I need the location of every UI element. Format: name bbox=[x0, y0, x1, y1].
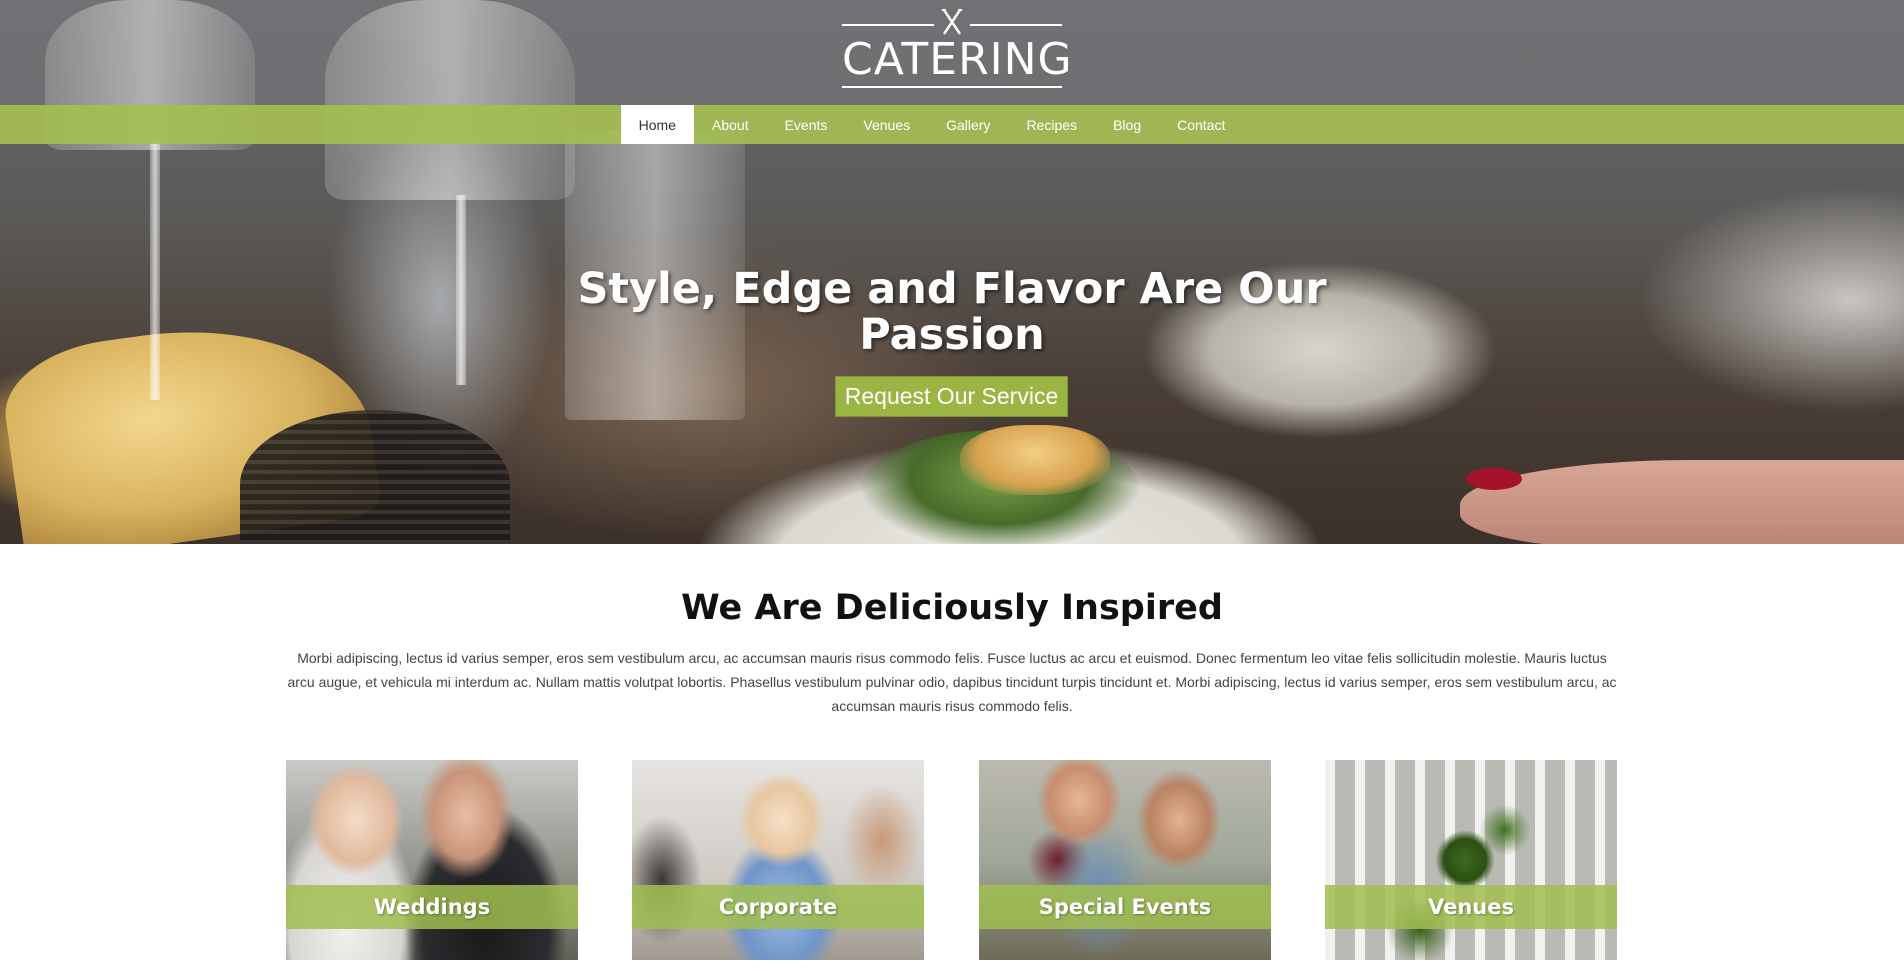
logo-line bbox=[970, 24, 1062, 26]
nav-item-venues[interactable]: Venues bbox=[845, 105, 928, 144]
hero-section: CATERING Home About Events Venues Galler… bbox=[0, 0, 1904, 544]
fork-knife-icon bbox=[940, 8, 964, 36]
wine-glass-stem bbox=[150, 140, 160, 400]
intro-text: Morbi adipiscing, lectus id varius sempe… bbox=[287, 650, 1617, 714]
card-label: Venues bbox=[1325, 885, 1617, 929]
nav-item-blog[interactable]: Blog bbox=[1095, 105, 1159, 144]
card-label: Weddings bbox=[286, 885, 578, 929]
card-weddings[interactable]: Weddings bbox=[286, 760, 578, 960]
card-corporate[interactable]: Corporate bbox=[632, 760, 924, 960]
card-label: Corporate bbox=[632, 885, 924, 929]
nav-list: Home About Events Venues Gallery Recipes… bbox=[620, 105, 1244, 144]
hero-title: Style, Edge and Flavor Are Our Passion bbox=[577, 264, 1327, 360]
wine-glass-stem-2 bbox=[456, 195, 466, 385]
nav-item-gallery[interactable]: Gallery bbox=[928, 105, 1008, 144]
hand-image bbox=[1460, 460, 1904, 544]
main-nav: Home About Events Venues Gallery Recipes… bbox=[0, 105, 1904, 144]
card-label: Special Events bbox=[979, 885, 1271, 929]
card-venues[interactable]: Venues bbox=[1325, 760, 1617, 960]
card-special-events[interactable]: Special Events bbox=[979, 760, 1271, 960]
logo-line bbox=[842, 24, 934, 26]
nav-item-events[interactable]: Events bbox=[767, 105, 846, 144]
fish-image bbox=[960, 425, 1110, 495]
wine-glass-image-2 bbox=[325, 0, 575, 200]
nav-item-home[interactable]: Home bbox=[620, 105, 694, 144]
bread-basket-image bbox=[240, 410, 510, 544]
request-service-button[interactable]: Request Our Service bbox=[835, 376, 1068, 417]
brand-name: CATERING bbox=[842, 34, 1073, 85]
nav-item-recipes[interactable]: Recipes bbox=[1008, 105, 1095, 144]
nav-item-contact[interactable]: Contact bbox=[1159, 105, 1243, 144]
intro-title: We Are Deliciously Inspired bbox=[681, 588, 1223, 628]
nav-item-about[interactable]: About bbox=[694, 105, 767, 144]
nail-image bbox=[1466, 468, 1522, 490]
brand-logo[interactable]: CATERING bbox=[842, 8, 1073, 92]
logo-line bbox=[842, 86, 1062, 88]
